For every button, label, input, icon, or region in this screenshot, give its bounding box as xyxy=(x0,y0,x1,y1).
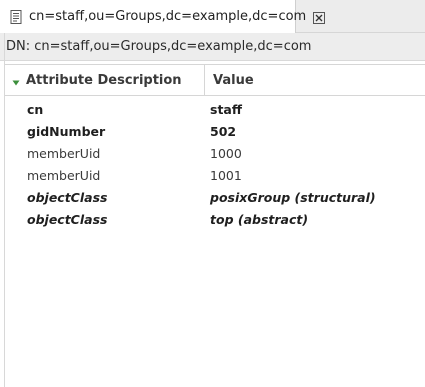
attribute-cell: cn xyxy=(27,101,44,117)
ldap-entry-editor: cn=staff,ou=Groups,dc=example,dc=com DN:… xyxy=(0,0,425,387)
value-cell[interactable]: 1000 xyxy=(205,146,425,161)
table-body: cn staff gidNumber 502 memberUid 1000 me… xyxy=(5,98,425,230)
value-cell[interactable]: staff xyxy=(205,102,425,117)
sort-descending-icon xyxy=(12,76,20,86)
column-header-value[interactable]: Value xyxy=(205,65,425,95)
editor-tab-title: cn=staff,ou=Groups,dc=example,dc=com xyxy=(29,9,307,24)
attribute-cell: objectClass xyxy=(27,211,108,227)
value-cell[interactable]: 1001 xyxy=(205,168,425,183)
table-row[interactable]: cn staff xyxy=(5,98,425,120)
attribute-cell: objectClass xyxy=(27,189,108,205)
column-header-attribute[interactable]: Attribute Description xyxy=(5,65,205,95)
column-header-attribute-label: Attribute Description xyxy=(26,72,182,88)
entry-document-icon xyxy=(8,9,24,25)
dn-header: DN: cn=staff,ou=Groups,dc=example,dc=com xyxy=(0,33,425,61)
table-row[interactable]: objectClass posixGroup (structural) xyxy=(5,186,425,208)
editor-tab[interactable]: cn=staff,ou=Groups,dc=example,dc=com xyxy=(0,0,326,33)
attribute-cell: memberUid xyxy=(27,167,101,183)
table-row[interactable]: objectClass top (abstract) xyxy=(5,208,425,230)
dn-label: DN: cn=staff,ou=Groups,dc=example,dc=com xyxy=(6,39,312,54)
editor-tab-bar: cn=staff,ou=Groups,dc=example,dc=com xyxy=(0,0,425,33)
table-row[interactable]: memberUid 1001 xyxy=(5,164,425,186)
column-header-value-label: Value xyxy=(213,72,254,88)
attribute-cell: memberUid xyxy=(27,145,101,161)
table-row[interactable]: memberUid 1000 xyxy=(5,142,425,164)
table-row[interactable]: gidNumber 502 xyxy=(5,120,425,142)
table-header: Attribute Description Value xyxy=(5,64,425,96)
value-cell[interactable]: 502 xyxy=(205,124,425,139)
attributes-table: Attribute Description Value cn staff gid… xyxy=(5,64,425,387)
value-cell[interactable]: top (abstract) xyxy=(205,212,425,227)
attribute-cell: gidNumber xyxy=(27,123,106,139)
value-cell[interactable]: posixGroup (structural) xyxy=(205,190,425,205)
close-icon[interactable] xyxy=(312,10,326,24)
